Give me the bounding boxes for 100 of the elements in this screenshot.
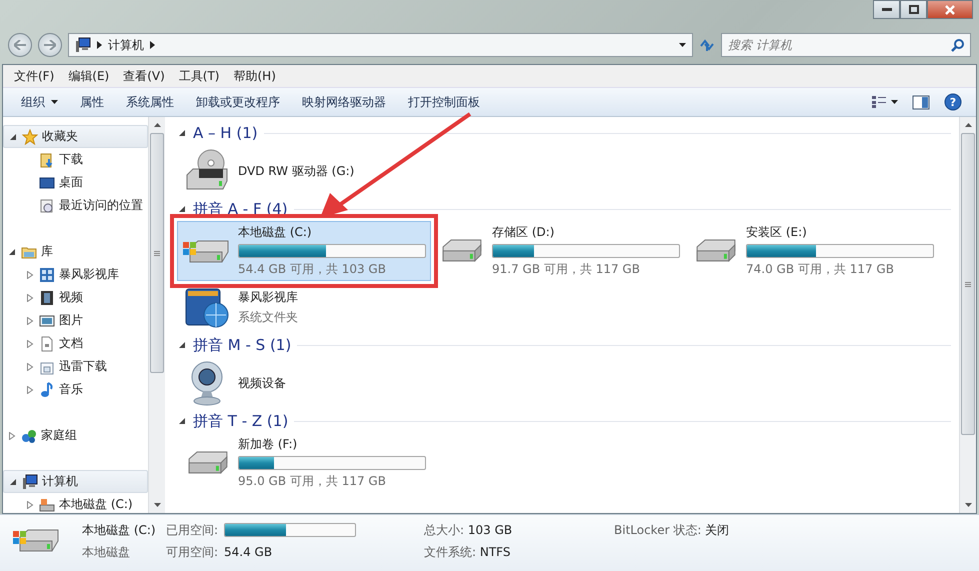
toolbar-button[interactable]: 组织 bbox=[11, 90, 68, 114]
item-name: 安装区 (E:) bbox=[746, 224, 808, 241]
toolbar-button[interactable]: 打开控制面板 bbox=[398, 90, 490, 114]
group-header[interactable]: A – H (1) bbox=[193, 124, 258, 142]
chevron-icon bbox=[150, 41, 155, 49]
field-value: NTFS bbox=[480, 544, 510, 558]
expand-triangle-icon[interactable] bbox=[25, 294, 35, 302]
nav-item[interactable]: 文档 bbox=[3, 332, 148, 355]
details-type: 本地磁盘 bbox=[82, 544, 131, 560]
item-subtitle: 54.4 GB 可用，共 103 GB bbox=[238, 261, 387, 278]
item-name: 新加卷 (F:) bbox=[238, 436, 298, 453]
nav-item[interactable]: 下载 bbox=[3, 148, 148, 171]
scroll-up-icon[interactable] bbox=[154, 123, 160, 127]
field-label: BitLocker 状态: bbox=[614, 522, 702, 536]
item-name: 视频设备 bbox=[238, 374, 287, 392]
drive-tile[interactable]: 新加卷 (F:) 95.0 GB 可用，共 117 GB bbox=[177, 433, 431, 493]
nav-item[interactable]: 迅雷下载 bbox=[3, 355, 148, 378]
menu-item[interactable]: 查看(V) bbox=[116, 66, 172, 86]
caret-icon bbox=[679, 43, 686, 47]
drive-tile[interactable]: 暴风影视库 系统文件夹 bbox=[177, 281, 431, 333]
toolbar-button[interactable]: 卸载或更改程序 bbox=[186, 90, 290, 114]
drive-tile[interactable]: 本地磁盘 (C:) 54.4 GB 可用，共 103 GB bbox=[177, 221, 431, 281]
minimize-button[interactable] bbox=[873, 0, 900, 19]
scroll-down-icon[interactable] bbox=[154, 503, 160, 507]
menu-item[interactable]: 编辑(E) bbox=[61, 66, 116, 86]
scrollbar[interactable] bbox=[148, 117, 165, 513]
field-label: 文件系统: bbox=[424, 544, 476, 558]
nav-item[interactable]: 收藏夹 bbox=[3, 125, 148, 148]
forward-button[interactable] bbox=[38, 33, 62, 57]
expand-triangle-icon[interactable] bbox=[25, 386, 35, 394]
back-arrow-icon bbox=[14, 40, 26, 50]
nav-item[interactable]: 图片 bbox=[3, 309, 148, 332]
group-header[interactable]: 拼音 T - Z (1) bbox=[193, 412, 288, 430]
collapse-triangle-icon[interactable] bbox=[7, 248, 17, 254]
field-value: 103 GB bbox=[468, 522, 512, 536]
expand-triangle-icon[interactable] bbox=[7, 432, 17, 440]
music-note-icon bbox=[39, 382, 55, 398]
drive-tile[interactable]: 视频设备 bbox=[177, 357, 431, 409]
scroll-down-icon[interactable] bbox=[964, 503, 972, 507]
field-value: 54.4 GB bbox=[224, 545, 274, 559]
expand-triangle-icon[interactable] bbox=[25, 362, 35, 370]
item-name: 存储区 (D:) bbox=[492, 224, 556, 241]
toolbar-button[interactable]: 属性 bbox=[70, 90, 114, 114]
nav-item[interactable]: 桌面 bbox=[3, 171, 148, 194]
grip-icon bbox=[154, 250, 160, 256]
collapse-triangle-icon[interactable] bbox=[8, 478, 18, 484]
item-subtitle: 91.7 GB 可用，共 117 GB bbox=[492, 261, 641, 278]
nav-item[interactable]: 计算机 bbox=[3, 470, 148, 493]
expand-triangle-icon[interactable] bbox=[25, 500, 35, 508]
maximize-button[interactable] bbox=[900, 0, 927, 19]
collapse-triangle-icon[interactable] bbox=[177, 418, 187, 424]
nav-item[interactable]: 库 bbox=[3, 240, 148, 263]
collapse-triangle-icon[interactable] bbox=[8, 134, 18, 140]
nav-item[interactable]: 暴风影视库 bbox=[3, 263, 148, 286]
breadcrumb[interactable]: 计算机 bbox=[108, 36, 144, 54]
nav-item[interactable]: 家庭组 bbox=[3, 424, 148, 447]
computer-icon bbox=[22, 474, 38, 490]
recent-places-icon bbox=[39, 198, 55, 214]
item-name: 本地磁盘 (C:) bbox=[238, 224, 313, 241]
nav-item[interactable]: 音乐 bbox=[3, 378, 148, 401]
webcam-icon bbox=[189, 360, 225, 406]
picture-icon bbox=[39, 312, 55, 328]
collapse-triangle-icon[interactable] bbox=[177, 206, 187, 212]
drive-tile[interactable]: 存储区 (D:) 91.7 GB 可用，共 117 GB bbox=[431, 221, 685, 281]
group-header[interactable]: 拼音 M - S (1) bbox=[193, 336, 292, 354]
nav-item[interactable]: 最近访问的位置 bbox=[3, 194, 148, 217]
item-subtitle: 系统文件夹 bbox=[238, 308, 299, 326]
details-name: 本地磁盘 (C:) bbox=[82, 522, 157, 538]
collapse-triangle-icon[interactable] bbox=[177, 342, 187, 348]
maximize-icon bbox=[908, 5, 918, 14]
document-icon bbox=[39, 336, 55, 352]
toolbar-button[interactable]: 系统属性 bbox=[116, 90, 184, 114]
nav-item[interactable]: 视频 bbox=[3, 286, 148, 309]
expand-triangle-icon[interactable] bbox=[25, 270, 35, 278]
nav-item[interactable]: 本地磁盘 (C:) bbox=[3, 493, 148, 513]
expand-triangle-icon[interactable] bbox=[25, 316, 35, 324]
back-button[interactable] bbox=[8, 33, 32, 57]
refresh-icon[interactable] bbox=[699, 38, 715, 52]
film-icon bbox=[39, 290, 55, 306]
close-button[interactable] bbox=[927, 0, 973, 19]
folder-download-icon bbox=[39, 152, 55, 168]
scrollbar[interactable] bbox=[959, 117, 976, 513]
drive-tile[interactable]: 安装区 (E:) 74.0 GB 可用，共 117 GB bbox=[685, 221, 939, 281]
address-bar[interactable]: 计算机 bbox=[68, 33, 693, 57]
video-library-icon bbox=[39, 266, 55, 282]
computer-icon bbox=[75, 37, 91, 53]
menu-item[interactable]: 文件(F) bbox=[7, 66, 62, 86]
chevron-icon bbox=[97, 41, 102, 49]
scroll-up-icon[interactable] bbox=[964, 123, 972, 127]
item-name: 暴风影视库 bbox=[238, 288, 299, 306]
search-field[interactable]: 搜索 计算机 bbox=[721, 33, 971, 57]
collapse-triangle-icon[interactable] bbox=[177, 130, 187, 136]
menu-item[interactable]: 帮助(H) bbox=[226, 66, 283, 86]
drive-tile[interactable]: DVD RW 驱动器 (G:) bbox=[177, 145, 431, 197]
menu-item[interactable]: 工具(T) bbox=[172, 66, 226, 86]
field-label: 可用空间: bbox=[166, 544, 220, 560]
item-subtitle: 74.0 GB 可用，共 117 GB bbox=[746, 261, 895, 278]
homegroup-icon bbox=[21, 428, 37, 444]
toolbar-button[interactable]: 映射网络驱动器 bbox=[292, 90, 396, 114]
expand-triangle-icon[interactable] bbox=[25, 340, 35, 348]
